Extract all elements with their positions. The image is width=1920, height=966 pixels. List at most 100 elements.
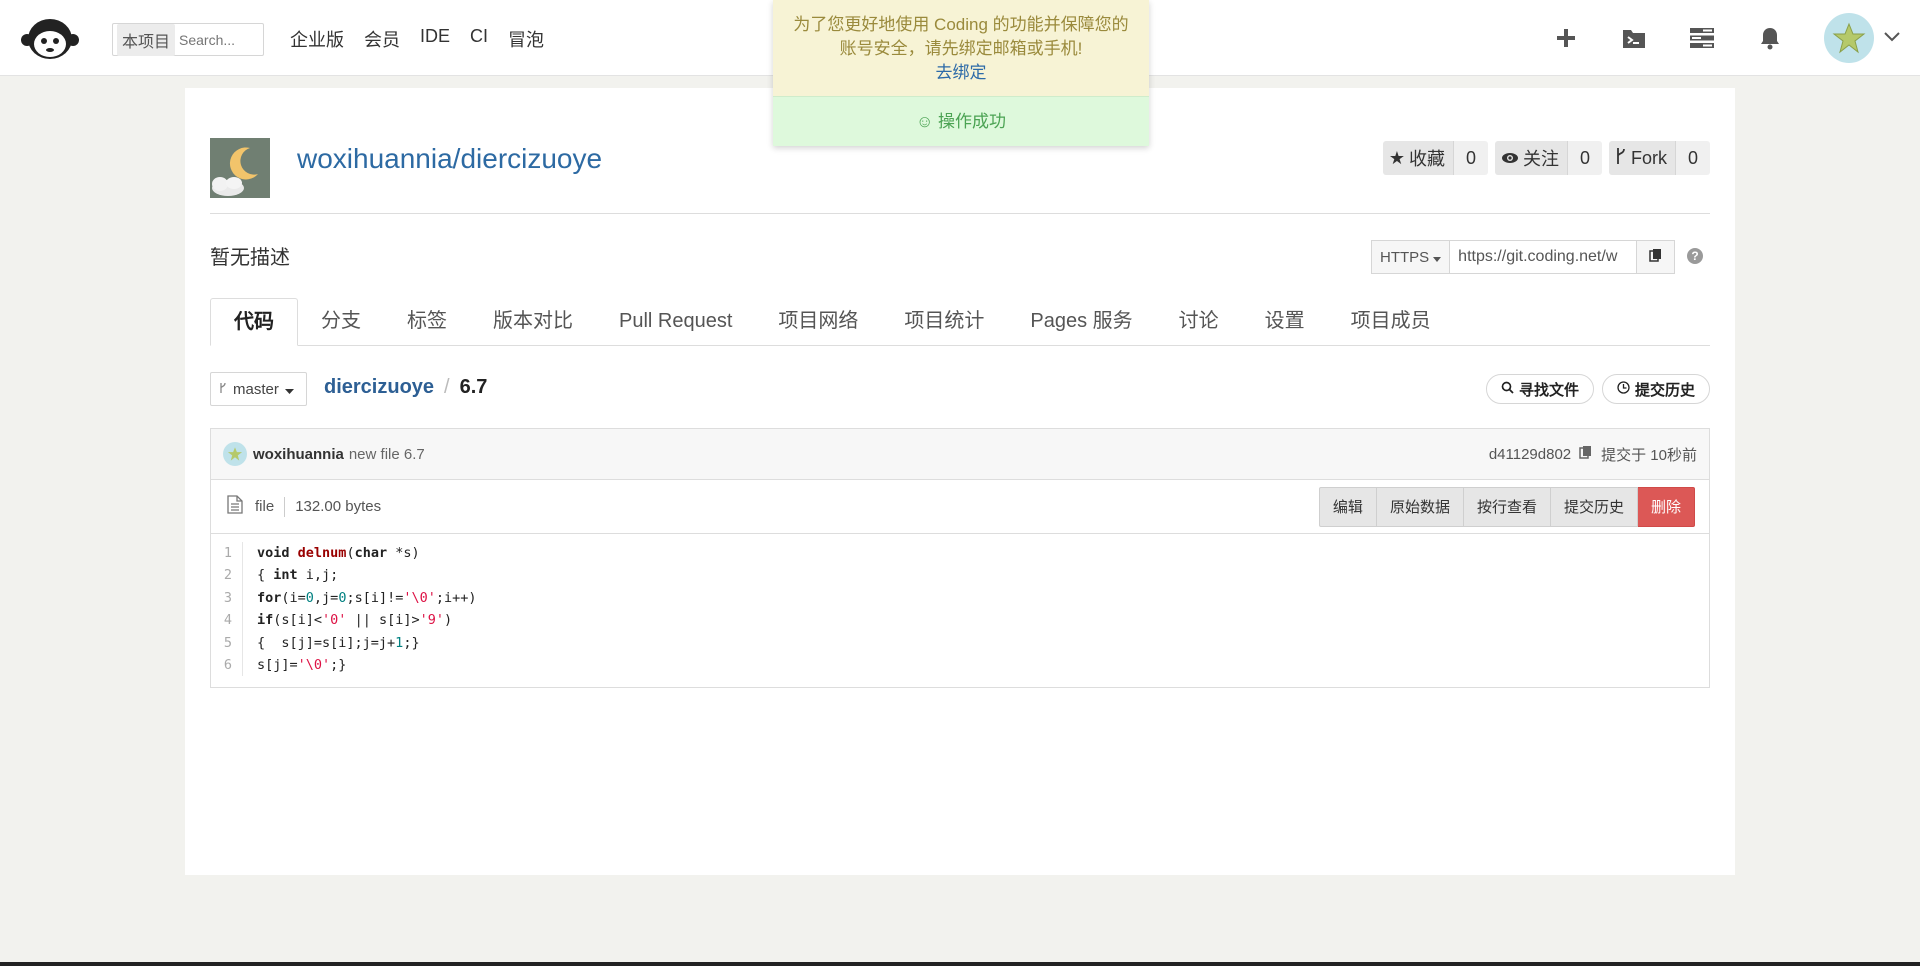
watch-button[interactable]: 关注	[1494, 141, 1567, 175]
user-avatar[interactable]	[1824, 13, 1874, 63]
tab-stats[interactable]: 项目统计	[881, 298, 1007, 346]
protocol-select[interactable]: HTTPS	[1371, 240, 1451, 274]
code-line: if(s[i]<'0' || s[i]>'9')	[257, 612, 453, 629]
nav-link-enterprise[interactable]: 企业版	[290, 26, 344, 52]
line-number[interactable]: 4	[211, 609, 232, 631]
notification-toast: 为了您更好地使用 Coding 的功能并保障您的 账号安全，请先绑定邮箱或手机!…	[773, 0, 1149, 146]
tab-settings[interactable]: 设置	[1242, 298, 1328, 346]
bind-account-link[interactable]: 去绑定	[936, 63, 987, 82]
file-size: 132.00 bytes	[295, 498, 382, 515]
star-label: 收藏	[1408, 149, 1445, 169]
delete-button[interactable]: 删除	[1637, 486, 1695, 527]
caret-down-icon	[284, 381, 294, 398]
nav-link-ide[interactable]: IDE	[420, 26, 450, 52]
tab-code[interactable]: 代码	[210, 298, 298, 346]
success-text: 操作成功	[938, 112, 1007, 131]
code-view: 123456 void delnum(char *s) { int i,j; for…	[211, 534, 1709, 677]
fork-button[interactable]: Fork	[1608, 141, 1675, 175]
commit-time: 提交于 10秒前	[1601, 446, 1697, 464]
line-number[interactable]: 3	[211, 587, 232, 609]
clock-icon	[1617, 380, 1630, 398]
commit-hash[interactable]: d41129d802	[1489, 446, 1571, 463]
warning-line-1: 为了您更好地使用 Coding 的功能并保障您的	[793, 15, 1129, 34]
bell-icon[interactable]	[1756, 24, 1784, 52]
file-meta-divider	[284, 496, 286, 517]
line-number[interactable]: 5	[211, 632, 232, 654]
copy-url-button[interactable]	[1637, 240, 1676, 274]
code-line: { s[j]=s[i];j=j+1;}	[257, 634, 420, 651]
commit-author-avatar[interactable]	[223, 442, 247, 466]
watch-count[interactable]: 0	[1566, 141, 1602, 175]
watch-label: 关注	[1522, 149, 1559, 169]
search-scope-chip[interactable]: 本项目	[117, 23, 175, 56]
repo-avatar	[210, 138, 270, 198]
bind-warning: 为了您更好地使用 Coding 的功能并保障您的 账号安全，请先绑定邮箱或手机!…	[773, 0, 1149, 96]
line-number[interactable]: 1	[211, 542, 232, 564]
file-type: file	[255, 498, 275, 515]
clone-url-input[interactable]	[1450, 240, 1638, 274]
search-icon	[1501, 381, 1514, 398]
find-file-button[interactable]: 寻找文件	[1485, 374, 1594, 404]
caret-down-icon	[1433, 249, 1442, 266]
top-links: 企业版 会员 IDE CI 冒泡	[290, 26, 564, 52]
copy-hash-icon[interactable]	[1579, 445, 1593, 463]
edit-button[interactable]: 编辑	[1318, 486, 1377, 527]
chevron-down-icon[interactable]	[1884, 29, 1900, 47]
line-number[interactable]: 6	[211, 654, 232, 676]
commit-history-button[interactable]: 提交历史	[1601, 374, 1710, 404]
latest-commit-bar: woxihuannia new file 6.7 d41129d802 提交于 …	[210, 428, 1710, 480]
fork-group: Fork 0	[1608, 141, 1710, 175]
code-line: for(i=0,j=0;s[i]!='\0';i++)	[257, 589, 477, 606]
code-lines: void delnum(char *s) { int i,j; for(i=0,j=…	[243, 542, 477, 676]
smile-icon: ☺	[915, 112, 934, 131]
commit-message[interactable]: new file 6.7	[349, 446, 425, 463]
search-box[interactable]: 本项目	[112, 23, 264, 56]
repo-title-link[interactable]: woxihuannia/diercizuoye	[297, 143, 602, 175]
tasks-icon[interactable]	[1688, 24, 1716, 52]
tab-pull-request[interactable]: Pull Request	[596, 298, 755, 346]
nav-link-member[interactable]: 会员	[364, 26, 400, 52]
fork-count[interactable]: 0	[1674, 141, 1710, 175]
branch-select[interactable]: master	[210, 372, 307, 406]
file-history-button[interactable]: 提交历史	[1550, 486, 1638, 527]
search-input[interactable]	[179, 31, 259, 48]
tab-tags[interactable]: 标签	[384, 298, 470, 346]
breadcrumb-repo-link[interactable]: diercizuoye	[324, 376, 434, 399]
tab-branches[interactable]: 分支	[298, 298, 384, 346]
plus-icon[interactable]	[1552, 24, 1580, 52]
copy-icon	[1648, 248, 1663, 267]
warning-line-2: 账号安全，请先绑定邮箱或手机!	[839, 39, 1083, 58]
breadcrumb-separator: /	[444, 376, 450, 398]
tab-pages[interactable]: Pages 服务	[1007, 298, 1155, 346]
code-line: { int i,j;	[257, 567, 339, 584]
protocol-label: HTTPS	[1380, 248, 1430, 266]
coding-logo-icon[interactable]	[20, 14, 80, 62]
raw-button[interactable]: 原始数据	[1376, 486, 1464, 527]
tab-members[interactable]: 项目成员	[1328, 298, 1454, 346]
commit-author[interactable]: woxihuannia	[253, 446, 344, 463]
breadcrumb-file: 6.7	[459, 376, 488, 398]
repo-description: 暂无描述	[210, 247, 290, 269]
repo-card: woxihuannia/diercizuoye ★ 收藏 0 关注 0 Fork…	[185, 88, 1735, 875]
branch-icon	[219, 381, 227, 398]
tab-compare[interactable]: 版本对比	[470, 298, 596, 346]
nav-icon-group	[1552, 0, 1920, 76]
line-number[interactable]: 2	[211, 564, 232, 586]
fork-label: Fork	[1630, 147, 1667, 168]
commit-meta: d41129d802 提交于 10秒前	[1489, 444, 1697, 465]
terminal-folder-icon[interactable]	[1620, 24, 1648, 52]
repo-actions: ★ 收藏 0 关注 0 Fork 0	[1382, 141, 1710, 175]
repo-tabs: 代码 分支 标签 版本对比 Pull Request 项目网络 项目统计 Pag…	[210, 298, 1710, 346]
star-button[interactable]: ★ 收藏	[1382, 141, 1453, 175]
tab-discussion[interactable]: 讨论	[1156, 298, 1242, 346]
commit-history-label: 提交历史	[1634, 381, 1695, 399]
star-count[interactable]: 0	[1452, 141, 1488, 175]
file-icon	[227, 494, 243, 519]
nav-link-ci[interactable]: CI	[470, 26, 488, 52]
help-icon[interactable]: ?	[1687, 248, 1703, 264]
file-viewer: file 132.00 bytes 编辑 原始数据 按行查看 提交历史 删除 1…	[210, 480, 1710, 688]
blame-button[interactable]: 按行查看	[1463, 486, 1551, 527]
code-line: void delnum(char *s)	[257, 545, 420, 561]
nav-link-bubble[interactable]: 冒泡	[508, 26, 544, 52]
tab-network[interactable]: 项目网络	[755, 298, 881, 346]
